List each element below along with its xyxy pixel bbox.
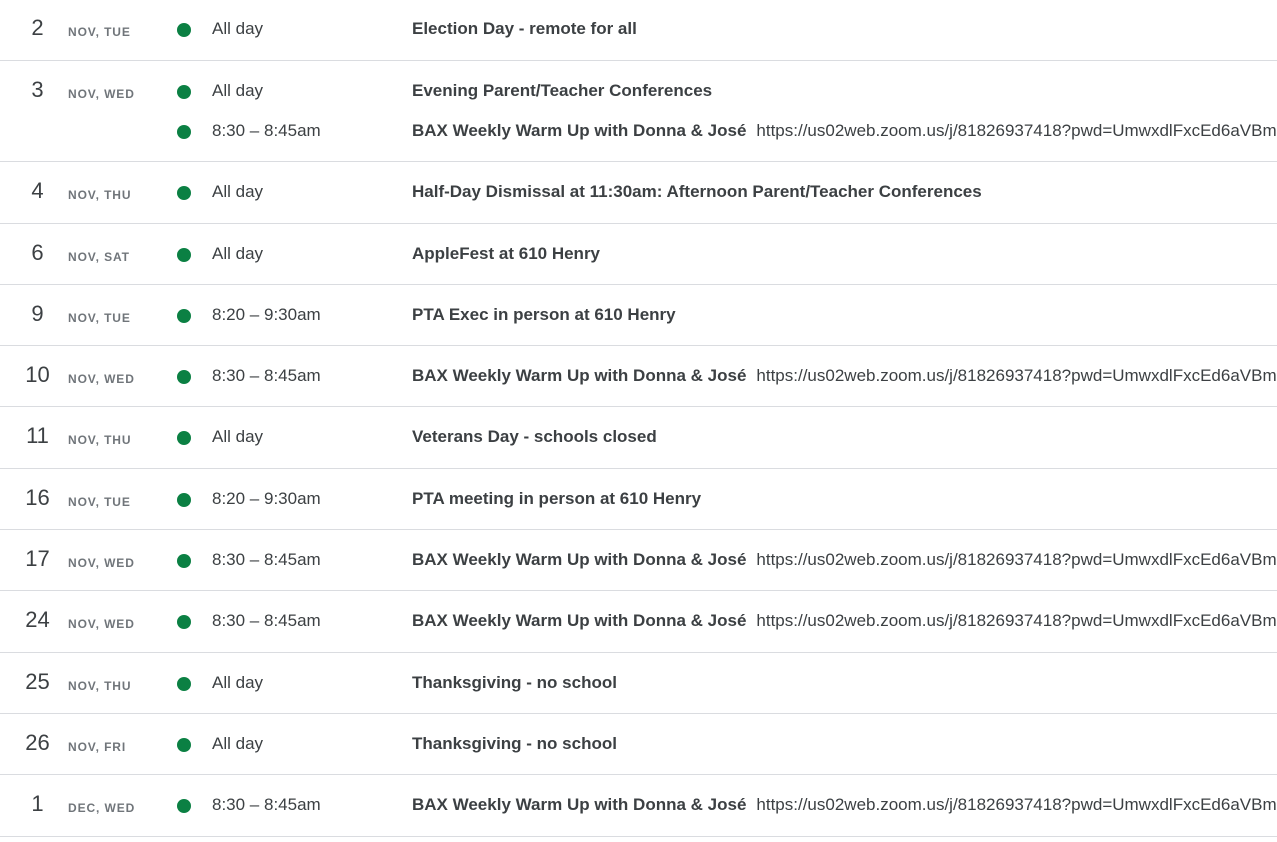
event-title: Veterans Day - schools closed — [412, 427, 657, 447]
event-title-container: BAX Weekly Warm Up with Donna & José http… — [412, 793, 1277, 817]
event-time: All day — [212, 182, 264, 202]
agenda-list: 2 NOV, TUE All day Election Day - remote fo… — [0, 0, 1277, 837]
event-time: All day — [212, 427, 264, 447]
event-color-dot-icon — [177, 737, 191, 752]
agenda-event[interactable]: 8:20 – 9:30am PTA meeting in person at 61… — [0, 487, 1277, 511]
event-title: PTA Exec in person at 610 Henry — [412, 304, 676, 324]
agenda-day-row: 24 NOV, WED 8:30 – 8:45am BAX Weekly Warm U… — [0, 591, 1277, 653]
event-title: PTA meeting in person at 610 Henry — [412, 488, 702, 508]
agenda-day-row: 1 DEC, WED 8:30 – 8:45am BAX Weekly Warm Up… — [0, 775, 1277, 837]
event-color-dot-icon — [177, 492, 191, 507]
event-color-dot-icon — [177, 186, 191, 201]
agenda-event[interactable]: 8:20 – 9:30am PTA Exec in person at 610 H… — [0, 303, 1277, 327]
agenda-day-row: 3 NOV, WED All day Evening Parent/Teacher C… — [0, 61, 1277, 163]
agenda-event[interactable]: All day Thanksgiving - no school — [0, 671, 1277, 695]
agenda-day-row: 10 NOV, WED 8:30 – 8:45am BAX Weekly Warm U… — [0, 346, 1277, 408]
event-title-container: PTA meeting in person at 610 Henry — [412, 487, 701, 511]
event-color-dot-icon — [177, 615, 191, 630]
event-description-link[interactable]: https://us02web.zoom.us/j/81826937418?pw… — [756, 550, 1276, 569]
event-title-container: BAX Weekly Warm Up with Donna & José http… — [412, 548, 1277, 572]
event-title-container: Thanksgiving - no school — [412, 732, 617, 756]
event-description-link[interactable]: https://us02web.zoom.us/j/81826937418?pw… — [756, 121, 1276, 140]
event-time: 8:30 – 8:45am — [212, 611, 321, 631]
event-time: 8:30 – 8:45am — [212, 550, 321, 570]
agenda-day-row: 4 NOV, THU All day Half-Day Dismissal at 11… — [0, 162, 1277, 224]
agenda-day-row: 11 NOV, THU All day Veterans Day - schools … — [0, 407, 1277, 469]
event-title: Thanksgiving - no school — [412, 733, 617, 753]
agenda-day-row: 6 NOV, SAT All day AppleFest at 610 Henry — [0, 224, 1277, 285]
event-description-link[interactable]: https://us02web.zoom.us/j/81826937418?pw… — [756, 795, 1276, 814]
event-title: Thanksgiving - no school — [412, 672, 617, 692]
event-title: BAX Weekly Warm Up with Donna & José — [412, 366, 747, 386]
event-color-dot-icon — [177, 247, 191, 262]
event-time: 8:20 – 9:30am — [212, 488, 321, 508]
agenda-event[interactable]: All day Thanksgiving - no school — [0, 732, 1277, 756]
agenda-event[interactable]: All day Evening Parent/Teacher Conference… — [0, 79, 1277, 103]
agenda-day-row: 26 NOV, FRI All day Thanksgiving - no schoo… — [0, 714, 1277, 776]
event-title-container: Evening Parent/Teacher Conferences — [412, 79, 712, 103]
agenda-event[interactable]: All day Half-Day Dismissal at 11:30am: Af… — [0, 180, 1277, 204]
event-color-dot-icon — [177, 799, 191, 814]
event-title: BAX Weekly Warm Up with Donna & José — [412, 550, 747, 570]
event-description-link[interactable]: https://us02web.zoom.us/j/81826937418?pw… — [756, 366, 1276, 385]
agenda-day-row: 17 NOV, WED 8:30 – 8:45am BAX Weekly Warm U… — [0, 530, 1277, 592]
event-description-link[interactable]: https://us02web.zoom.us/j/81826937418?pw… — [756, 611, 1276, 630]
event-title-container: BAX Weekly Warm Up with Donna & José http… — [412, 364, 1277, 388]
event-time: 8:30 – 8:45am — [212, 795, 321, 815]
event-color-dot-icon — [177, 23, 191, 37]
event-title: Half-Day Dismissal at 11:30am: Afternoon… — [412, 182, 982, 202]
event-color-dot-icon — [177, 125, 191, 139]
event-color-dot-icon — [177, 370, 191, 385]
agenda-day-row: 25 NOV, THU All day Thanksgiving - no schoo… — [0, 653, 1277, 714]
agenda-event[interactable]: 8:30 – 8:45am BAX Weekly Warm Up with Don… — [0, 609, 1277, 633]
event-title: AppleFest at 610 Henry — [412, 243, 601, 263]
event-color-dot-icon — [177, 308, 191, 323]
event-title-container: Veterans Day - schools closed — [412, 425, 657, 449]
event-title-container: Half-Day Dismissal at 11:30am: Afternoon… — [412, 180, 982, 204]
event-title: BAX Weekly Warm Up with Donna & José — [412, 795, 747, 815]
agenda-event[interactable]: 8:30 – 8:45am BAX Weekly Warm Up with Don… — [0, 548, 1277, 572]
event-title-container: Election Day - remote for all — [412, 17, 637, 41]
event-title: Election Day - remote for all — [412, 19, 637, 38]
agenda-event[interactable]: All day Veterans Day - schools closed — [0, 425, 1277, 449]
event-time: All day — [212, 733, 264, 753]
event-time: 8:30 – 8:45am — [212, 121, 321, 140]
agenda-event[interactable]: All day AppleFest at 610 Henry — [0, 242, 1277, 266]
event-time: All day — [212, 243, 264, 263]
agenda-event[interactable]: All day Election Day - remote for all — [0, 17, 1277, 41]
event-title-container: Thanksgiving - no school — [412, 671, 617, 695]
event-time: All day — [212, 81, 264, 100]
agenda-day-row: 2 NOV, TUE All day Election Day - remote fo… — [0, 0, 1277, 61]
agenda-day-row: 16 NOV, TUE 8:20 – 9:30am PTA meeting in pe… — [0, 469, 1277, 531]
agenda-event[interactable]: 8:30 – 8:45am BAX Weekly Warm Up with Don… — [0, 364, 1277, 388]
event-title-container: AppleFest at 610 Henry — [412, 242, 600, 266]
event-time: All day — [212, 672, 264, 692]
event-color-dot-icon — [177, 554, 191, 569]
event-color-dot-icon — [177, 85, 191, 99]
agenda-event[interactable]: 8:30 – 8:45am BAX Weekly Warm Up with Don… — [0, 793, 1277, 817]
event-title: BAX Weekly Warm Up with Donna & José — [412, 611, 747, 631]
event-time: 8:30 – 8:45am — [212, 366, 321, 386]
event-title-container: PTA Exec in person at 610 Henry — [412, 303, 676, 327]
event-title-container: BAX Weekly Warm Up with Donna & José http… — [412, 119, 1277, 143]
agenda-event[interactable]: 8:30 – 8:45am BAX Weekly Warm Up with Don… — [0, 119, 1277, 143]
event-time: All day — [212, 19, 264, 38]
event-title: Evening Parent/Teacher Conferences — [412, 81, 713, 100]
event-title: BAX Weekly Warm Up with Donna & José — [412, 121, 747, 140]
event-color-dot-icon — [177, 676, 191, 691]
event-time: 8:20 – 9:30am — [212, 304, 321, 324]
agenda-day-row: 9 NOV, TUE 8:20 – 9:30am PTA Exec in person… — [0, 285, 1277, 347]
event-color-dot-icon — [177, 431, 191, 446]
event-title-container: BAX Weekly Warm Up with Donna & José http… — [412, 609, 1277, 633]
